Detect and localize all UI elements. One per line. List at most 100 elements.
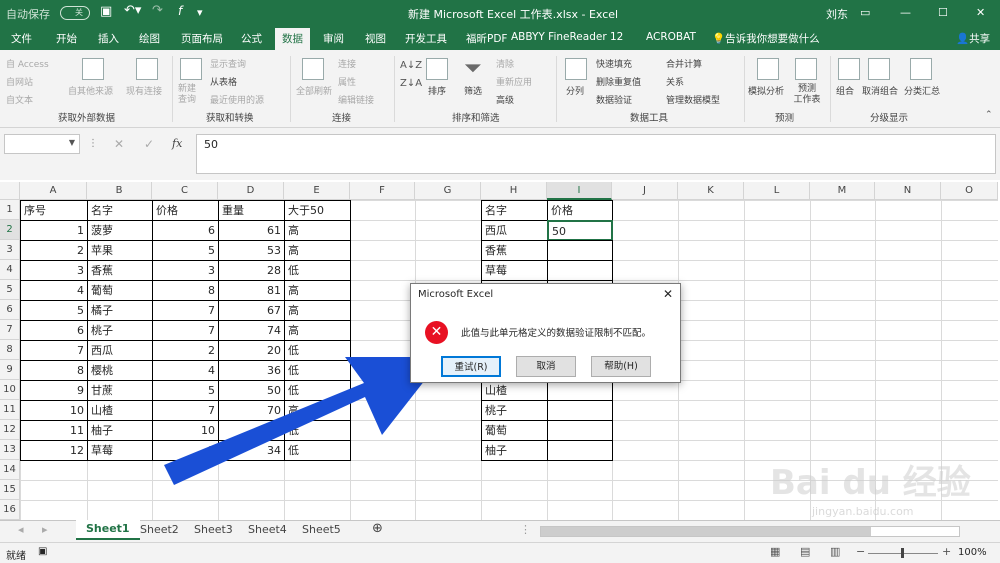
table1-cell[interactable]: 山楂 [87, 400, 153, 421]
sheet-tab-3[interactable]: Sheet3 [194, 523, 233, 536]
column-header[interactable]: K [678, 182, 744, 200]
sheet-tab-5[interactable]: Sheet5 [302, 523, 341, 536]
table1-cell[interactable]: 7 [152, 320, 219, 341]
what-if-button[interactable]: 模拟分析 [748, 84, 784, 97]
column-header[interactable]: N [875, 182, 941, 200]
table2-cell[interactable] [547, 440, 613, 461]
table1-cell[interactable]: 高 [284, 220, 351, 241]
column-header[interactable]: J [612, 182, 678, 200]
insert-function-icon[interactable]: fx [172, 137, 182, 150]
table1-cell[interactable]: 西瓜 [87, 340, 153, 361]
zoom-slider-thumb[interactable] [901, 548, 904, 558]
table1-cell[interactable]: 67 [218, 300, 285, 321]
table1-cell[interactable]: 74 [218, 320, 285, 341]
forecast-sheet-button[interactable]: 预测 工作表 [792, 84, 822, 106]
dialog-close-icon[interactable]: ✕ [663, 287, 673, 301]
from-web-button[interactable]: 自网站 [6, 75, 33, 88]
horizontal-scroll-thumb[interactable] [541, 527, 871, 536]
table1-cell[interactable]: 高 [284, 280, 351, 301]
row-header[interactable]: 7 [0, 320, 20, 340]
sheet-scroll-left-icon[interactable]: ◂ [18, 523, 24, 536]
table2-cell[interactable] [547, 260, 613, 281]
tab-abbyy[interactable]: ABBYY FineReader 12 [511, 31, 623, 43]
table1-cell[interactable]: 高 [284, 320, 351, 341]
row-header[interactable]: 11 [0, 400, 20, 420]
table1-header-cell[interactable]: 大于50 [284, 200, 351, 221]
row-header[interactable]: 1 [0, 200, 20, 220]
advanced-filter-button[interactable]: 高级 [496, 93, 514, 106]
table1-cell[interactable]: 苹果 [87, 240, 153, 261]
table1-cell[interactable]: 61 [218, 220, 285, 241]
tab-draw[interactable]: 绘图 [139, 31, 160, 46]
active-cell[interactable]: 50 [547, 220, 613, 241]
from-table-button[interactable]: 从表格 [210, 75, 237, 88]
flash-fill-button[interactable]: 快速填充 [596, 57, 632, 70]
tab-review[interactable]: 审阅 [323, 31, 344, 46]
table1-cell[interactable]: 7 [152, 300, 219, 321]
column-header[interactable]: H [481, 182, 547, 200]
table1-cell[interactable]: 橘子 [87, 300, 153, 321]
row-header[interactable]: 3 [0, 240, 20, 260]
table1-cell[interactable]: 香蕉 [87, 260, 153, 281]
row-header[interactable]: 16 [0, 500, 20, 520]
normal-view-icon[interactable]: ▦ [770, 545, 780, 558]
sheet-tab-1[interactable]: Sheet1 [76, 520, 140, 540]
confirm-entry-icon[interactable]: ✓ [144, 137, 154, 151]
help-button[interactable]: 帮助(H) [591, 356, 651, 377]
table1-cell[interactable]: 1 [20, 220, 88, 241]
clear-filter-button[interactable]: 清除 [496, 57, 514, 70]
table2-cell[interactable]: 柚子 [481, 440, 548, 461]
tab-file[interactable]: 文件 [11, 31, 32, 46]
data-validation-button[interactable]: 数据验证 [596, 93, 632, 106]
ribbon-display-icon[interactable]: ▭ [860, 6, 870, 19]
row-header[interactable]: 8 [0, 340, 20, 360]
retry-button[interactable]: 重试(R) [441, 356, 501, 377]
save-icon[interactable]: ▣ [100, 4, 112, 19]
other-sources-button[interactable]: 自其他来源 [68, 84, 113, 97]
sort-za-icon[interactable]: Z↓A [400, 78, 422, 89]
row-header[interactable]: 5 [0, 280, 20, 300]
user-name[interactable]: 刘东 [826, 6, 848, 22]
autosave-toggle[interactable]: 关 [60, 6, 90, 20]
tab-developer[interactable]: 开发工具 [405, 31, 447, 46]
row-header[interactable]: 9 [0, 360, 20, 380]
tab-formulas[interactable]: 公式 [241, 31, 262, 46]
tab-home[interactable]: 开始 [56, 31, 77, 46]
fx-quick-icon[interactable]: f [178, 4, 182, 18]
tab-acrobat[interactable]: ACROBAT [646, 31, 696, 43]
table1-cell[interactable]: 8 [152, 280, 219, 301]
minimize-icon[interactable]: — [900, 6, 911, 19]
qat-more-icon[interactable]: ▾ [197, 6, 203, 19]
table1-cell[interactable]: 6 [20, 320, 88, 341]
column-header[interactable]: F [350, 182, 415, 200]
row-header[interactable]: 13 [0, 440, 20, 460]
tab-foxit-pdf[interactable]: 福昕PDF [466, 31, 507, 46]
column-header[interactable]: O [941, 182, 998, 200]
table1-cell[interactable]: 4 [20, 280, 88, 301]
name-box-dropdown-icon[interactable]: ▼ [69, 138, 75, 147]
ungroup-button[interactable]: 取消组合 [862, 84, 898, 97]
table2-cell[interactable]: 葡萄 [481, 420, 548, 441]
tell-me-search[interactable]: 💡告诉我你想要做什么 [712, 31, 820, 46]
column-header[interactable]: I [547, 182, 612, 200]
table1-cell[interactable]: 桃子 [87, 320, 153, 341]
from-access-button[interactable]: 自 Access [6, 57, 49, 70]
table2-cell[interactable] [547, 420, 613, 441]
table1-cell[interactable]: 11 [20, 420, 88, 441]
table2-header-cell[interactable]: 价格 [547, 200, 613, 221]
zoom-level[interactable]: 100% [958, 547, 987, 558]
table1-cell[interactable]: 81 [218, 280, 285, 301]
table2-cell[interactable] [547, 400, 613, 421]
table2-cell[interactable]: 香蕉 [481, 240, 548, 261]
table2-cell[interactable]: 桃子 [481, 400, 548, 421]
table1-cell[interactable]: 53 [218, 240, 285, 261]
row-header[interactable]: 4 [0, 260, 20, 280]
formula-input[interactable]: 50 [196, 134, 996, 174]
redo-icon[interactable]: ↷ [152, 3, 163, 18]
new-query-button[interactable]: 新建 查询 [178, 84, 202, 106]
sheet-tab-4[interactable]: Sheet4 [248, 523, 287, 536]
column-header[interactable]: L [744, 182, 810, 200]
show-queries-button[interactable]: 显示查询 [210, 57, 246, 70]
cancel-entry-icon[interactable]: ✕ [114, 137, 124, 151]
column-header[interactable]: M [810, 182, 875, 200]
